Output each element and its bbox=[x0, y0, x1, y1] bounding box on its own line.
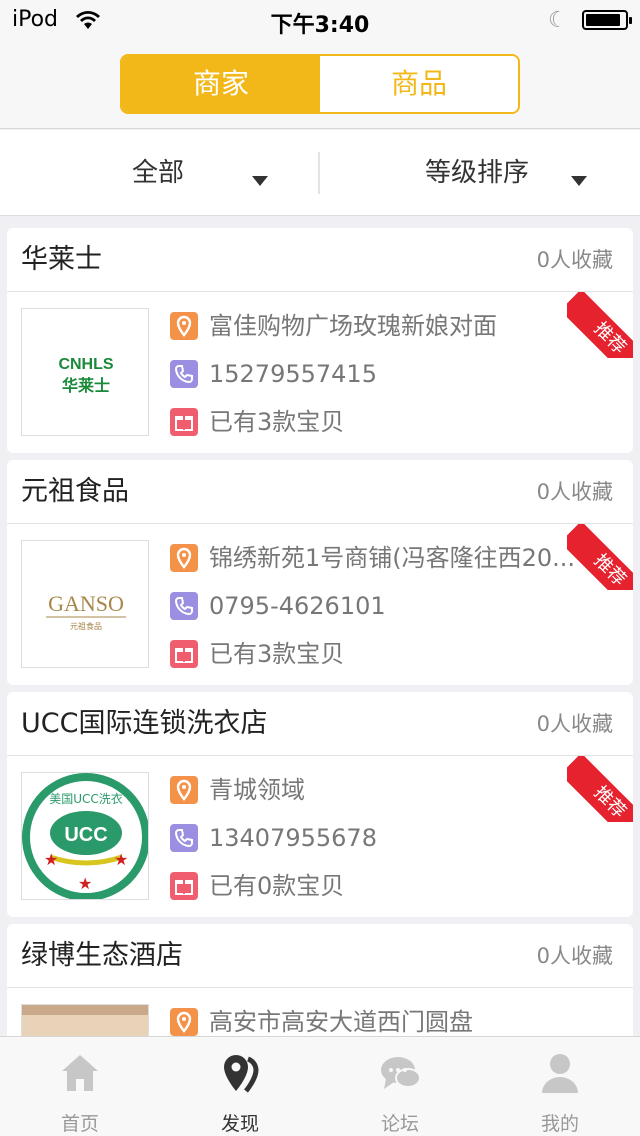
address-line: 富佳购物广场玫瑰新娘对面 bbox=[170, 310, 610, 342]
hotel-sign-image bbox=[22, 1015, 148, 1036]
store-title-row: UCC国际连锁洗衣店 0人收藏 bbox=[7, 692, 633, 756]
logo-wordmark: UCC bbox=[64, 824, 107, 846]
store-phone[interactable]: 15279557415 bbox=[209, 358, 604, 390]
store-card[interactable]: 绿博生态酒店 0人收藏 高安市高安大道西门圆盘 bbox=[7, 924, 633, 1036]
store-logo: CNHLS 华莱士 bbox=[21, 308, 149, 436]
svg-text:★: ★ bbox=[44, 850, 58, 869]
header: 商家 商品 bbox=[0, 40, 640, 129]
favorites-count: 0人收藏 bbox=[536, 712, 613, 736]
sort-filter[interactable]: 等级排序 bbox=[425, 130, 529, 216]
phone-line[interactable]: 13407955678 bbox=[170, 822, 610, 854]
location-pin-icon bbox=[170, 544, 198, 572]
store-name: 元祖食品 bbox=[21, 476, 129, 507]
location-pin-icon bbox=[170, 1008, 198, 1036]
gift-icon bbox=[170, 872, 198, 900]
status-bar: iPod 下午3:40 ☾ bbox=[0, 0, 640, 40]
phone-line[interactable]: 0795-4626101 bbox=[170, 590, 610, 622]
address-line: 高安市高安大道西门圆盘 bbox=[170, 1006, 610, 1036]
phone-icon bbox=[170, 360, 198, 388]
store-logo: GANSO 元祖食品 bbox=[21, 540, 149, 668]
tab-home[interactable]: 首页 bbox=[0, 1037, 160, 1136]
tab-bar: 首页 发现 论坛 我的 bbox=[0, 1036, 640, 1136]
filter-bar: 全部 等级排序 bbox=[0, 130, 640, 216]
store-phone[interactable]: 13407955678 bbox=[209, 822, 604, 854]
category-filter[interactable]: 全部 bbox=[132, 130, 184, 216]
dropdown-arrow-icon[interactable] bbox=[571, 176, 587, 186]
store-logo: 美国UCC洗衣 UCC ★ ★ ★ bbox=[21, 772, 149, 900]
recommended-badge: 推荐 bbox=[567, 292, 633, 358]
user-icon bbox=[542, 1054, 578, 1093]
tab-forum[interactable]: 论坛 bbox=[320, 1037, 480, 1136]
location-pin-icon bbox=[170, 312, 198, 340]
location-pin-icon bbox=[170, 776, 198, 804]
store-card[interactable]: UCC国际连锁洗衣店 0人收藏 美国UCC洗衣 UCC ★ ★ ★ 青城领域 1… bbox=[7, 692, 633, 917]
store-address: 高安市高安大道西门圆盘 bbox=[209, 1008, 473, 1036]
svg-text:★: ★ bbox=[114, 850, 128, 869]
tab-discover[interactable]: 发现 bbox=[160, 1037, 320, 1136]
logo-ring-text: 美国UCC洗衣 bbox=[49, 791, 123, 806]
location-discover-icon bbox=[224, 1055, 259, 1093]
chat-icon bbox=[381, 1057, 421, 1089]
dropdown-arrow-icon[interactable] bbox=[252, 176, 268, 186]
logo-chinese: 元祖食品 bbox=[70, 621, 102, 631]
store-logo-image: GANSO 元祖食品 bbox=[46, 591, 126, 631]
items-line: 已有0款宝贝 bbox=[170, 870, 610, 902]
home-icon bbox=[62, 1055, 98, 1091]
store-title-row: 元祖食品 0人收藏 bbox=[7, 460, 633, 524]
recommended-ribbon: 推荐 bbox=[567, 756, 633, 822]
svg-text:★: ★ bbox=[78, 874, 92, 893]
tab-label: 首页 bbox=[60, 1113, 99, 1135]
store-items-count: 已有3款宝贝 bbox=[209, 408, 345, 436]
favorites-count: 0人收藏 bbox=[536, 248, 613, 272]
store-address: 锦绣新苑1号商铺(冯客隆往西20... bbox=[209, 544, 576, 572]
items-line: 已有3款宝贝 bbox=[170, 638, 610, 670]
recommended-badge: 推荐 bbox=[567, 756, 633, 822]
store-items-count: 已有0款宝贝 bbox=[209, 872, 345, 900]
tab-label: 我的 bbox=[540, 1113, 579, 1135]
store-name: 华莱士 bbox=[21, 244, 102, 275]
address-line: 青城领域 bbox=[170, 774, 610, 806]
store-logo-image: 美国UCC洗衣 UCC ★ ★ ★ bbox=[22, 773, 148, 899]
phone-line[interactable]: 15279557415 bbox=[170, 358, 610, 390]
store-title-row: 华莱士 0人收藏 bbox=[7, 228, 633, 292]
store-items-count: 已有3款宝贝 bbox=[209, 640, 345, 668]
address-line: 锦绣新苑1号商铺(冯客隆往西20... bbox=[170, 542, 610, 574]
logo-wordmark: GANSO bbox=[48, 591, 124, 616]
store-logo-image: CNHLS 华莱士 bbox=[58, 356, 113, 395]
logo-wordmark: CNHLS bbox=[58, 356, 113, 373]
phone-icon bbox=[170, 824, 198, 852]
store-address: 富佳购物广场玫瑰新娘对面 bbox=[209, 312, 497, 340]
gift-icon bbox=[170, 640, 198, 668]
items-line: 已有3款宝贝 bbox=[170, 406, 610, 438]
battery-icon bbox=[582, 10, 632, 30]
do-not-disturb-icon: ☾ bbox=[548, 8, 568, 33]
recommended-badge: 推荐 bbox=[567, 524, 633, 590]
tab-mine[interactable]: 我的 bbox=[480, 1037, 640, 1136]
segment-products[interactable]: 商品 bbox=[320, 56, 518, 112]
recommended-ribbon: 推荐 bbox=[567, 292, 633, 358]
store-name: 绿博生态酒店 bbox=[21, 940, 183, 971]
store-title-row: 绿博生态酒店 0人收藏 bbox=[7, 924, 633, 988]
store-name: UCC国际连锁洗衣店 bbox=[21, 708, 268, 739]
clock: 下午3:40 bbox=[270, 13, 370, 38]
logo-chinese: 华莱士 bbox=[62, 376, 110, 395]
store-logo bbox=[21, 1004, 149, 1036]
gift-icon bbox=[170, 408, 198, 436]
recommended-ribbon: 推荐 bbox=[567, 524, 633, 590]
favorites-count: 0人收藏 bbox=[536, 944, 613, 968]
phone-icon bbox=[170, 592, 198, 620]
divider bbox=[318, 152, 320, 194]
store-card[interactable]: 元祖食品 0人收藏 GANSO 元祖食品 锦绣新苑1号商铺(冯客隆往西20...… bbox=[7, 460, 633, 685]
store-phone[interactable]: 0795-4626101 bbox=[209, 590, 604, 622]
segment-merchants[interactable]: 商家 bbox=[122, 56, 320, 112]
battery-fill bbox=[586, 14, 620, 26]
tab-label: 论坛 bbox=[380, 1113, 419, 1135]
store-list[interactable]: 华莱士 0人收藏 CNHLS 华莱士 富佳购物广场玫瑰新娘对面 15279557… bbox=[0, 216, 640, 1036]
favorites-count: 0人收藏 bbox=[536, 480, 613, 504]
segmented-control: 商家 商品 bbox=[120, 54, 520, 114]
store-card[interactable]: 华莱士 0人收藏 CNHLS 华莱士 富佳购物广场玫瑰新娘对面 15279557… bbox=[7, 228, 633, 453]
store-address: 青城领域 bbox=[209, 776, 305, 804]
tab-label: 发现 bbox=[220, 1113, 259, 1135]
